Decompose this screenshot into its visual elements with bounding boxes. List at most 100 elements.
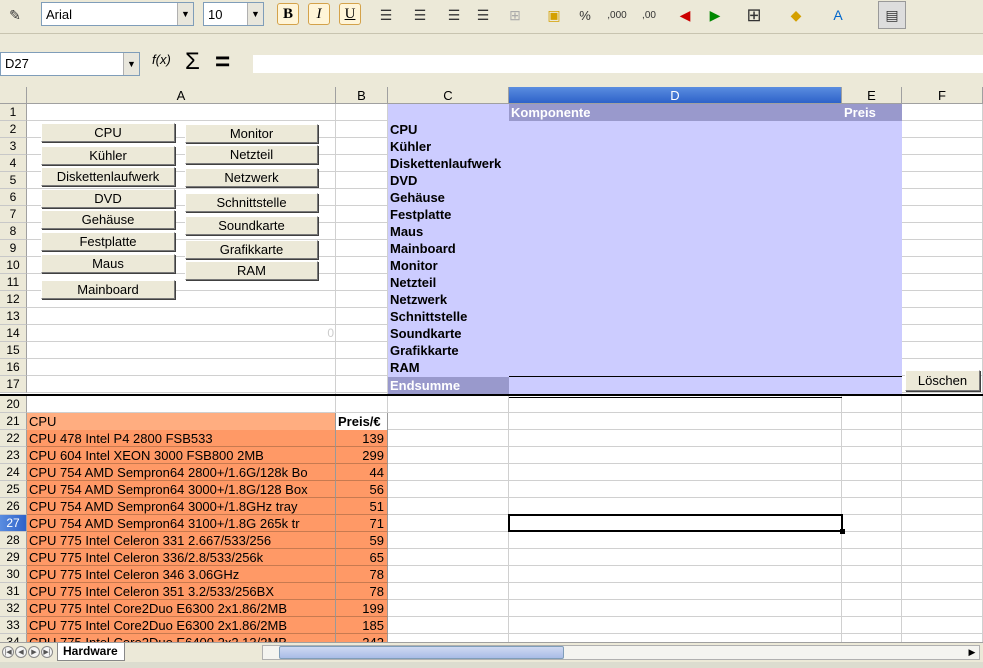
row-header[interactable]: 33: [0, 617, 27, 634]
next-sheet-icon[interactable]: ▶: [28, 646, 40, 658]
product-name-cell[interactable]: CPU 775 Intel Celeron 351 3.2/533/256BX: [27, 583, 336, 600]
currency-icon[interactable]: ▣: [543, 4, 565, 26]
increase-indent-icon[interactable]: ▶: [704, 4, 726, 26]
row-header[interactable]: 5: [0, 172, 27, 189]
product-name-cell[interactable]: CPU 754 AMD Sempron64 3000+/1.8GHz tray: [27, 498, 336, 515]
product-price-cell[interactable]: 59: [336, 532, 388, 549]
column-header-c[interactable]: C: [388, 87, 509, 104]
row-header[interactable]: 34: [0, 634, 27, 642]
product-price-cell[interactable]: 199: [336, 600, 388, 617]
row-header[interactable]: 1: [0, 104, 27, 121]
product-price-cell[interactable]: 65: [336, 549, 388, 566]
formula-button[interactable]: =: [215, 46, 230, 77]
product-price-cell[interactable]: 78: [336, 583, 388, 600]
prev-sheet-icon[interactable]: ◀: [15, 646, 27, 658]
row-header[interactable]: 12: [0, 291, 27, 308]
row-header[interactable]: 17: [0, 376, 27, 393]
category-button[interactable]: Mainboard: [41, 280, 175, 299]
chevron-down-icon[interactable]: ▼: [247, 3, 263, 25]
row-header[interactable]: 32: [0, 600, 27, 617]
row-header[interactable]: 23: [0, 447, 27, 464]
sum-button[interactable]: Σ: [185, 48, 200, 76]
column-header-d[interactable]: D: [509, 87, 842, 104]
delete-decimal-icon[interactable]: ,00: [636, 4, 662, 26]
product-name-cell[interactable]: CPU 775 Intel Core2Duo E6300 2x1.86/2MB: [27, 600, 336, 617]
chevron-down-icon[interactable]: ▼: [177, 3, 193, 25]
row-header[interactable]: 4: [0, 155, 27, 172]
product-name-cell[interactable]: CPU 754 AMD Sempron64 3100+/1.8G 265k tr: [27, 515, 336, 532]
row-header[interactable]: 25: [0, 481, 27, 498]
chevron-down-icon[interactable]: ▼: [123, 53, 139, 75]
category-button[interactable]: Netzwerk: [185, 168, 318, 187]
row-header[interactable]: 30: [0, 566, 27, 583]
category-button[interactable]: CPU: [41, 123, 175, 142]
product-name-cell[interactable]: CPU 775 Intel Core2Duo E6300 2x1.86/2MB: [27, 617, 336, 634]
name-box[interactable]: D27 ▼: [0, 52, 140, 76]
function-wizard-button[interactable]: f(x): [152, 52, 171, 67]
decrease-indent-icon[interactable]: ◀: [674, 4, 696, 26]
product-price-cell[interactable]: 51: [336, 498, 388, 515]
formula-input[interactable]: [253, 55, 983, 73]
sheet-tab-hardware[interactable]: Hardware: [57, 643, 125, 661]
horizontal-scrollbar[interactable]: ▶: [262, 645, 980, 660]
row-header[interactable]: 8: [0, 223, 27, 240]
product-price-cell[interactable]: 299: [336, 447, 388, 464]
category-button[interactable]: Netzteil: [185, 145, 318, 164]
italic-button[interactable]: I: [308, 3, 330, 25]
toggle-design-icon[interactable]: ▤: [878, 1, 906, 29]
row-header[interactable]: 28: [0, 532, 27, 549]
bold-button[interactable]: B: [277, 3, 299, 25]
font-color-icon[interactable]: A: [827, 4, 849, 26]
column-header-e[interactable]: E: [842, 87, 902, 104]
select-all-corner[interactable]: [0, 87, 27, 104]
row-header[interactable]: 6: [0, 189, 27, 206]
row-header[interactable]: 29: [0, 549, 27, 566]
borders-icon[interactable]: ⊞: [743, 4, 765, 26]
row-header[interactable]: 21: [0, 413, 27, 430]
product-name-cell[interactable]: CPU 478 Intel P4 2800 FSB533: [27, 430, 336, 447]
product-name-cell[interactable]: CPU 775 Intel Celeron 336/2.8/533/256k: [27, 549, 336, 566]
row-header[interactable]: 3: [0, 138, 27, 155]
product-name-cell[interactable]: CPU 754 AMD Sempron64 2800+/1.6G/128k Bo: [27, 464, 336, 481]
row-header[interactable]: 11: [0, 274, 27, 291]
column-header-a[interactable]: A: [27, 87, 336, 104]
last-sheet-icon[interactable]: ▶|: [41, 646, 53, 658]
row-header[interactable]: 10: [0, 257, 27, 274]
product-name-cell[interactable]: CPU 604 Intel XEON 3000 FSB800 2MB: [27, 447, 336, 464]
column-header-f[interactable]: F: [902, 87, 983, 104]
product-price-cell[interactable]: 139: [336, 430, 388, 447]
edit-file-icon[interactable]: ✎: [4, 4, 26, 26]
row-header[interactable]: 16: [0, 359, 27, 376]
row-header[interactable]: 27: [0, 515, 27, 532]
category-button[interactable]: Kühler: [41, 146, 175, 165]
align-left-icon[interactable]: ☰: [375, 4, 397, 26]
loeschen-button[interactable]: Löschen: [905, 370, 980, 391]
font-size-combo[interactable]: 10 ▼: [203, 2, 264, 26]
spreadsheet-grid[interactable]: A B C D E F 1 2 3 4 5 6 7 8 9 10 11 12 13 14 15 16 17 20 2…: [0, 87, 983, 642]
product-price-cell[interactable]: 71: [336, 515, 388, 532]
row-header[interactable]: 20: [0, 396, 27, 413]
product-name-cell[interactable]: CPU 754 AMD Sempron64 3000+/1.8G/128 Box: [27, 481, 336, 498]
row-header[interactable]: 26: [0, 498, 27, 515]
category-button[interactable]: Diskettenlaufwerk: [41, 167, 175, 186]
background-color-icon[interactable]: ◆: [785, 4, 807, 26]
align-justify-icon[interactable]: ☰: [472, 4, 494, 26]
category-button[interactable]: Soundkarte: [185, 216, 318, 235]
add-decimal-icon[interactable]: ,000: [603, 4, 631, 26]
row-header[interactable]: 22: [0, 430, 27, 447]
row-header[interactable]: 7: [0, 206, 27, 223]
category-button[interactable]: Schnittstelle: [185, 193, 318, 212]
product-price-cell[interactable]: 56: [336, 481, 388, 498]
align-center-icon[interactable]: ☰: [409, 4, 431, 26]
column-header-b[interactable]: B: [336, 87, 388, 104]
category-button[interactable]: DVD: [41, 189, 175, 208]
scrollbar-thumb[interactable]: [279, 646, 564, 659]
fill-handle[interactable]: [840, 529, 845, 534]
product-price-cell[interactable]: 78: [336, 566, 388, 583]
category-button[interactable]: Festplatte: [41, 232, 175, 251]
product-price-cell[interactable]: 242: [336, 634, 388, 642]
category-button[interactable]: RAM: [185, 261, 318, 280]
category-button[interactable]: Monitor: [185, 124, 318, 143]
merge-cells-icon[interactable]: ⊞: [504, 4, 526, 26]
row-header[interactable]: 24: [0, 464, 27, 481]
